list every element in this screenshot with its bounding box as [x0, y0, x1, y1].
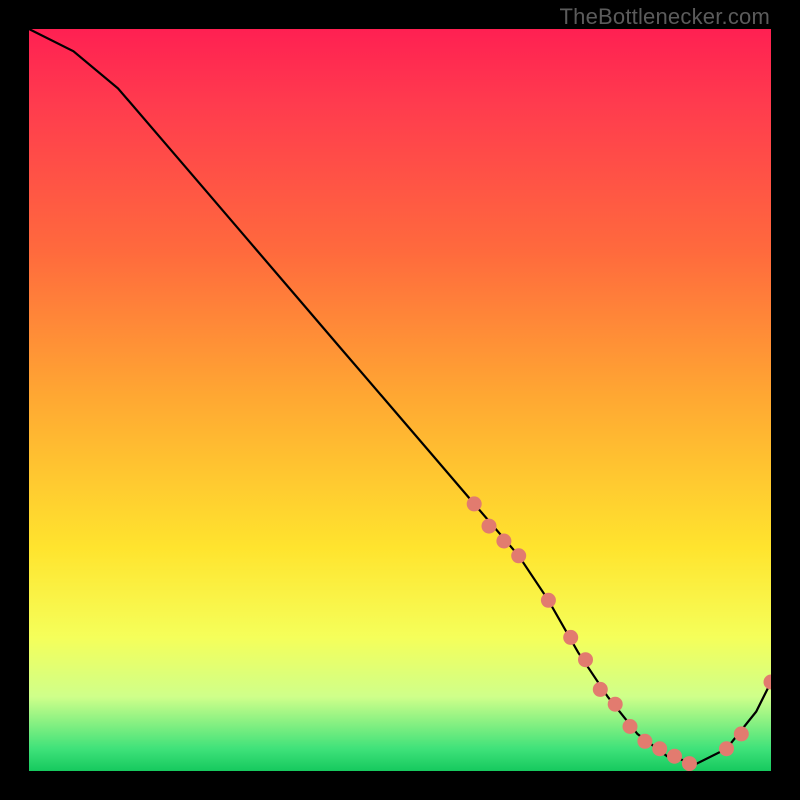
chart-marker [578, 652, 593, 667]
chart-marker [734, 726, 749, 741]
chart-marker [667, 749, 682, 764]
chart-marker [563, 630, 578, 645]
chart-marker [608, 697, 623, 712]
attribution-label: TheBottlenecker.com [560, 4, 770, 30]
chart-marker [496, 534, 511, 549]
chart-svg [29, 29, 771, 771]
chart-marker [623, 719, 638, 734]
chart-marker [467, 496, 482, 511]
chart-marker [682, 756, 697, 771]
chart-markers [467, 496, 771, 771]
chart-plot-area [29, 29, 771, 771]
chart-marker [511, 548, 526, 563]
chart-marker [482, 519, 497, 534]
chart-marker [593, 682, 608, 697]
chart-line [29, 29, 771, 764]
chart-stage: TheBottlenecker.com [0, 0, 800, 800]
chart-marker [764, 675, 772, 690]
chart-marker [719, 741, 734, 756]
chart-marker [637, 734, 652, 749]
chart-marker [652, 741, 667, 756]
chart-marker [541, 593, 556, 608]
